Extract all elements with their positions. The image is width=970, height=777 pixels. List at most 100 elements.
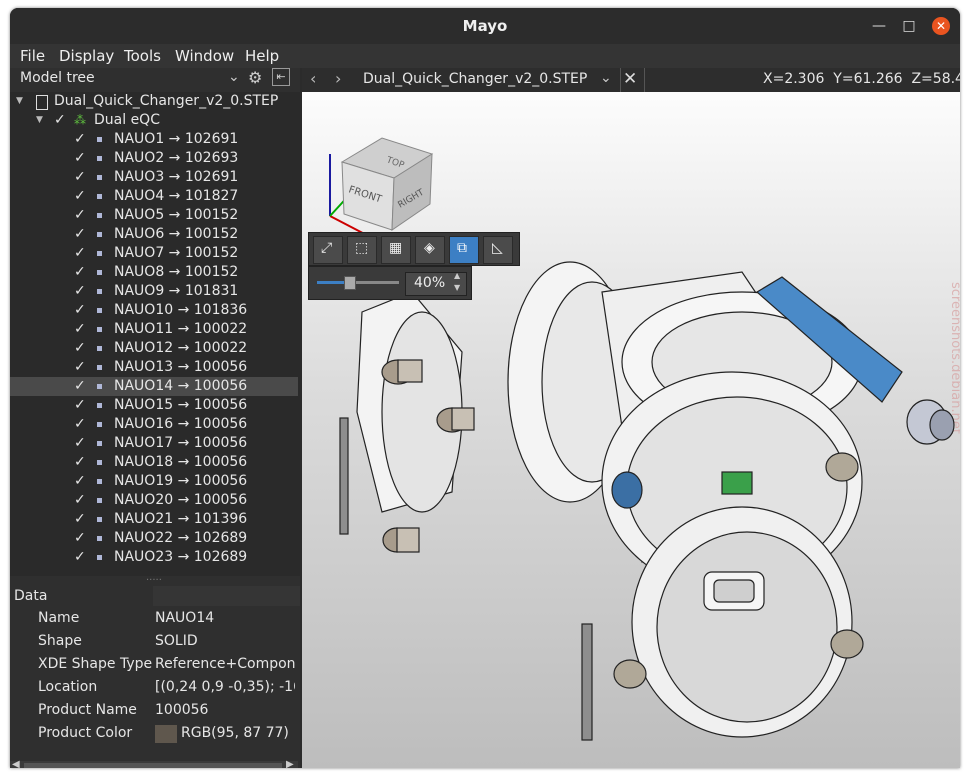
- checkbox-icon[interactable]: ✓: [74, 396, 86, 415]
- tree-item[interactable]: ✓ NAUO5 → 100152: [10, 206, 298, 225]
- part-icon: [97, 460, 102, 465]
- close-panel-icon[interactable]: ⇤: [272, 68, 290, 86]
- tree-assembly-item[interactable]: ▼ ✓ ⁂ Dual eQC: [10, 111, 298, 130]
- tree-item[interactable]: ✓ NAUO21 → 101396: [10, 510, 298, 529]
- tree-item[interactable]: ✓ NAUO10 → 101836: [10, 301, 298, 320]
- checkbox-icon[interactable]: ✓: [74, 472, 86, 491]
- tree-item[interactable]: ✓ NAUO18 → 100056: [10, 453, 298, 472]
- part-icon: [97, 403, 102, 408]
- part-icon: [97, 194, 102, 199]
- checkbox-icon[interactable]: ✓: [74, 339, 86, 358]
- shaded-cube-icon: ◈: [424, 240, 435, 256]
- tree-root-item[interactable]: ▼ Dual_Quick_Changer_v2_0.STEP: [10, 92, 298, 111]
- wireframe-button[interactable]: ⬚: [347, 236, 377, 264]
- checkbox-icon[interactable]: ✓: [74, 225, 86, 244]
- checkbox-icon[interactable]: ✓: [74, 491, 86, 510]
- checkbox-icon[interactable]: ✓: [74, 282, 86, 301]
- checkbox-icon[interactable]: ✓: [74, 510, 86, 529]
- checkbox-icon[interactable]: ✓: [74, 168, 86, 187]
- tree-item-label: NAUO4 → 101827: [114, 188, 239, 204]
- 3d-viewer[interactable]: ‹ › Dual_Quick_Changer_v2_0.STEP ⌄ ✕ X=2…: [302, 68, 960, 768]
- close-icon[interactable]: ✕: [932, 17, 950, 35]
- checkbox-icon[interactable]: ✓: [74, 548, 86, 567]
- scrollbar-thumb[interactable]: [24, 763, 282, 768]
- spin-down-icon[interactable]: ▼: [454, 283, 460, 292]
- checkbox-icon[interactable]: ✓: [74, 434, 86, 453]
- gear-icon[interactable]: ⚙: [248, 68, 262, 87]
- ruler-icon: ◺: [492, 240, 503, 256]
- checkbox-icon[interactable]: ✓: [74, 263, 86, 282]
- tree-item[interactable]: ✓ NAUO14 → 100056: [10, 377, 298, 396]
- fit-all-button[interactable]: ⤢: [313, 236, 343, 264]
- scroll-right-icon[interactable]: ▶: [286, 759, 294, 768]
- measure-button[interactable]: ◺: [483, 236, 513, 264]
- chevron-down-icon[interactable]: ⌄: [600, 70, 612, 86]
- tree-item[interactable]: ✓ NAUO2 → 102693: [10, 149, 298, 168]
- checkbox-icon[interactable]: ✓: [74, 453, 86, 472]
- tree-item-label: NAUO11 → 100022: [114, 321, 248, 337]
- checkbox-icon[interactable]: ✓: [74, 320, 86, 339]
- tree-item[interactable]: ✓ NAUO3 → 102691: [10, 168, 298, 187]
- tree-item[interactable]: ✓ NAUO12 → 100022: [10, 339, 298, 358]
- close-document-icon[interactable]: ✕: [623, 69, 637, 89]
- chevron-down-icon[interactable]: ⌄: [228, 69, 240, 85]
- part-icon: [97, 441, 102, 446]
- explode-slider-thumb[interactable]: [343, 276, 356, 290]
- checkbox-icon[interactable]: ✓: [74, 187, 86, 206]
- tree-item[interactable]: ✓ NAUO4 → 101827: [10, 187, 298, 206]
- tree-item[interactable]: ✓ NAUO15 → 100056: [10, 396, 298, 415]
- tree-item[interactable]: ✓ NAUO23 → 102689: [10, 548, 298, 567]
- tree-item[interactable]: ✓ NAUO16 → 100056: [10, 415, 298, 434]
- checkbox-icon[interactable]: ✓: [74, 244, 86, 263]
- expand-arrow-icon[interactable]: ▼: [36, 111, 43, 130]
- explode-button[interactable]: ⧉: [449, 236, 479, 264]
- menu-display[interactable]: Display: [59, 47, 114, 65]
- shaded-button[interactable]: ◈: [415, 236, 445, 264]
- tree-item[interactable]: ✓ NAUO17 → 100056: [10, 434, 298, 453]
- tree-item[interactable]: ✓ NAUO22 → 102689: [10, 529, 298, 548]
- expand-arrow-icon[interactable]: ▼: [16, 92, 23, 111]
- checkbox-icon[interactable]: ✓: [74, 358, 86, 377]
- scroll-left-icon[interactable]: ◀: [12, 759, 20, 768]
- checkbox-icon[interactable]: ✓: [74, 415, 86, 434]
- tree-item[interactable]: ✓ NAUO9 → 101831: [10, 282, 298, 301]
- checkbox-icon[interactable]: ✓: [74, 149, 86, 168]
- part-icon: [97, 213, 102, 218]
- grid-button[interactable]: ▦: [381, 236, 411, 264]
- checkbox-icon[interactable]: ✓: [74, 206, 86, 225]
- menu-help[interactable]: Help: [245, 47, 279, 65]
- explode-spinbox[interactable]: 40% ▲ ▼: [405, 271, 467, 296]
- part-icon: [97, 517, 102, 522]
- spin-up-icon[interactable]: ▲: [454, 271, 460, 280]
- minimize-icon[interactable]: —: [870, 17, 888, 35]
- tree-item[interactable]: ✓ NAUO13 → 100056: [10, 358, 298, 377]
- tree-item-label: NAUO10 → 101836: [114, 302, 248, 318]
- panel-selector[interactable]: Model tree ⌄ ⚙ ⇤: [10, 68, 300, 90]
- tree-item[interactable]: ✓ NAUO1 → 102691: [10, 130, 298, 149]
- checkbox-icon[interactable]: ✓: [74, 301, 86, 320]
- tree-item[interactable]: ✓ NAUO8 → 100152: [10, 263, 298, 282]
- tree-item[interactable]: ✓ NAUO11 → 100022: [10, 320, 298, 339]
- model-tree[interactable]: ▼ Dual_Quick_Changer_v2_0.STEP ▼ ✓ ⁂ Dua…: [10, 92, 300, 576]
- forward-icon[interactable]: ›: [335, 69, 341, 88]
- watermark: screenshots.debian.net: [948, 282, 960, 434]
- menu-window[interactable]: Window: [175, 47, 234, 65]
- checkbox-icon[interactable]: ✓: [74, 130, 86, 149]
- tree-item-label: NAUO8 → 100152: [114, 264, 239, 280]
- view-cube[interactable]: TOP FRONT RIGHT: [340, 137, 434, 231]
- tree-item-label: NAUO1 → 102691: [114, 131, 239, 147]
- checkbox-icon[interactable]: ✓: [54, 111, 66, 130]
- back-icon[interactable]: ‹: [310, 69, 316, 88]
- tree-item[interactable]: ✓ NAUO20 → 100056: [10, 491, 298, 510]
- menu-tools[interactable]: Tools: [124, 47, 161, 65]
- checkbox-icon[interactable]: ✓: [74, 529, 86, 548]
- tree-item[interactable]: ✓ NAUO6 → 100152: [10, 225, 298, 244]
- tree-item[interactable]: ✓ NAUO7 → 100152: [10, 244, 298, 263]
- menu-file[interactable]: File: [20, 47, 45, 65]
- tree-item[interactable]: ✓ NAUO19 → 100056: [10, 472, 298, 491]
- maximize-icon[interactable]: □: [900, 17, 918, 35]
- checkbox-icon[interactable]: ✓: [74, 377, 86, 396]
- horizontal-scrollbar[interactable]: ◀ ▶: [10, 759, 298, 768]
- document-selector-label[interactable]: Dual_Quick_Changer_v2_0.STEP: [363, 71, 587, 87]
- panel-selector-label: Model tree: [20, 70, 95, 86]
